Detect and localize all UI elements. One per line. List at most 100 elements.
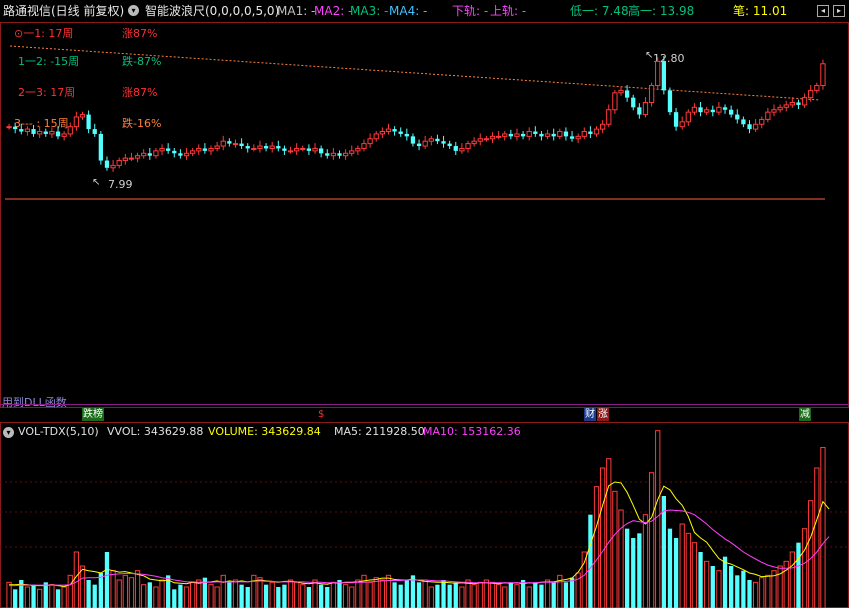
volume-bar (300, 584, 306, 608)
volume-bar (722, 556, 728, 608)
event-marker-jian[interactable]: 减 (799, 408, 811, 421)
candle-body (435, 138, 440, 142)
candle-body (796, 102, 801, 105)
volume-bar (257, 577, 263, 608)
candle-body (575, 135, 581, 140)
volume-bar (483, 579, 490, 608)
volume-bar (691, 542, 698, 608)
volume-bar (55, 589, 61, 608)
volume-bar (92, 584, 97, 608)
candle-body (752, 123, 759, 130)
stock-title[interactable]: 路通视信(日线 前复权) (3, 0, 124, 22)
candle-body (263, 146, 269, 149)
volume-bar (593, 486, 600, 608)
chevron-left-icon[interactable]: ◂ (817, 5, 829, 17)
chevron-down-icon[interactable]: ▾ (128, 5, 139, 16)
ma4-value: MA4: - (389, 4, 428, 18)
candle-body (355, 147, 361, 152)
candle-body (122, 157, 128, 162)
volume-bar (673, 538, 679, 608)
candle-body (783, 104, 789, 108)
candle-body (704, 109, 710, 113)
divider (0, 404, 849, 405)
volume-bar (134, 570, 141, 608)
volume-bar (269, 581, 275, 608)
volume-bar (551, 582, 556, 608)
candle-body (508, 133, 513, 137)
chevron-right-icon[interactable]: ▸ (833, 5, 845, 17)
volume-bar (330, 581, 337, 608)
candle-body (685, 111, 691, 123)
volume-bar (79, 565, 86, 608)
candlestick-chart[interactable]: 12.80 7.99 ↖ ↖ (0, 22, 849, 408)
ma3-value: MA3: - (350, 4, 389, 18)
volume-bar (441, 580, 446, 608)
candle-body (447, 143, 452, 147)
volume-bar (37, 588, 43, 608)
volume-bar (729, 566, 734, 608)
volume-bar (342, 584, 349, 608)
candle-body (581, 131, 587, 137)
event-marker-dollar[interactable]: $ (318, 408, 324, 421)
candle-body (208, 147, 214, 152)
candle-body (257, 145, 263, 149)
volume-bar (49, 584, 55, 608)
volume-bar (355, 579, 361, 608)
candle-body (422, 140, 428, 147)
candle-body (716, 106, 722, 113)
volume-bar (416, 582, 422, 608)
trend-line (9, 45, 821, 101)
ma2-value: MA2: - (314, 4, 353, 18)
candle-body (392, 129, 397, 132)
volume-bar (282, 584, 287, 608)
volume-bar (679, 523, 685, 608)
event-marker-zhang[interactable]: 涨 (597, 408, 609, 421)
candle-body (178, 153, 183, 156)
volume-bar (544, 579, 551, 608)
event-marker-cai[interactable]: 财 (584, 408, 596, 421)
volume-bar (642, 514, 649, 608)
volume-bar (459, 586, 465, 608)
candle-body (282, 148, 287, 151)
volume-bar (287, 579, 294, 608)
candle-body (655, 60, 661, 87)
candle-body (306, 148, 312, 151)
candle-body (294, 147, 300, 152)
volume-bar (581, 551, 587, 608)
volume-bar (789, 551, 795, 608)
candle-body (637, 107, 642, 115)
candle-body (98, 133, 103, 161)
candle-body (61, 133, 67, 137)
volume-bar (61, 586, 67, 608)
volume-bar (539, 584, 544, 608)
candle-body (128, 157, 135, 160)
candle-body (661, 61, 666, 91)
upper-rail-value: 上轨: - (490, 4, 527, 18)
volume-bar (232, 579, 239, 608)
volume-bar (569, 577, 575, 608)
candle-body (612, 92, 618, 111)
candle-body (789, 101, 795, 106)
volume-bar (13, 589, 18, 608)
candle-body (110, 164, 116, 169)
volume-bar (747, 580, 752, 608)
candle-body (349, 150, 355, 154)
candle-body (196, 147, 202, 152)
candle-body (73, 116, 80, 128)
volume-bar (600, 467, 606, 608)
volume-bar (716, 570, 722, 608)
candle-body (147, 153, 152, 156)
volume-bar (128, 577, 135, 608)
event-marker-diebang[interactable]: 跌榜 (82, 408, 104, 421)
volume-bar (477, 581, 483, 608)
volume-bar (533, 582, 538, 608)
volume-chart[interactable] (0, 422, 849, 608)
indicator-name[interactable]: 智能波浪尺(0,0,0,0,5,0) (145, 0, 279, 22)
candle-body (631, 97, 636, 108)
candle-body (319, 148, 324, 154)
candle-body (373, 133, 379, 140)
candle-body (190, 150, 196, 154)
candle-body (337, 153, 342, 156)
candle-body (379, 131, 385, 135)
volume-bar (31, 584, 36, 608)
